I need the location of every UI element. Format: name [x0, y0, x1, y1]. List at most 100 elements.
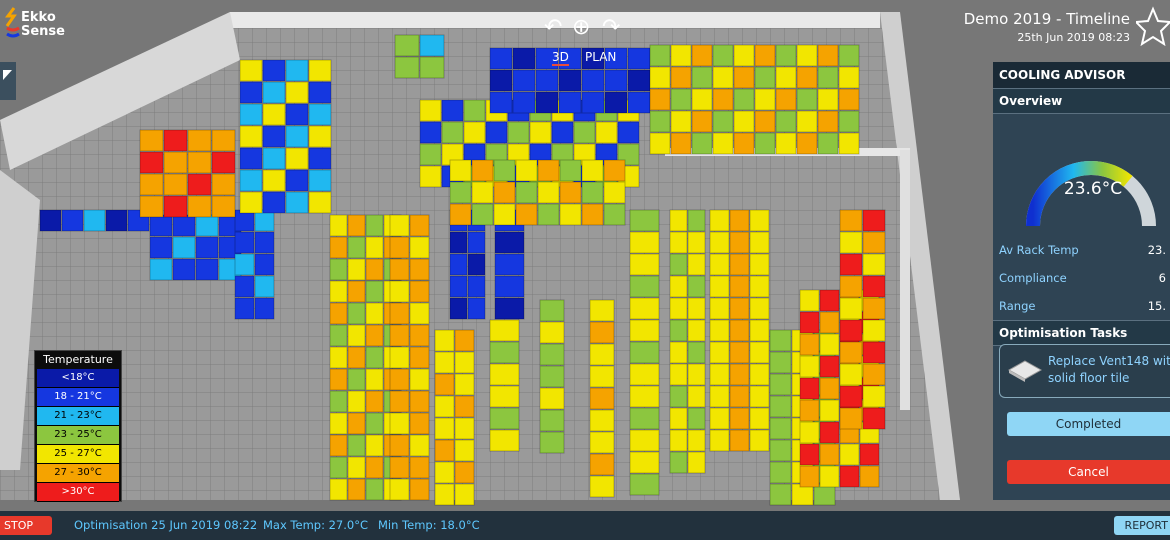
rack-block[interactable] [839, 407, 863, 430]
rack-block[interactable] [669, 319, 688, 342]
rack-block[interactable] [838, 44, 860, 67]
rack-block[interactable] [629, 253, 660, 276]
rack-block[interactable] [589, 299, 615, 322]
rack-block[interactable] [187, 129, 212, 152]
rack-block[interactable] [254, 231, 275, 254]
rack-block[interactable] [234, 297, 255, 320]
rack-block[interactable] [603, 181, 626, 204]
rack-block[interactable] [687, 429, 706, 452]
rack-block[interactable] [434, 461, 455, 484]
rack-block[interactable] [627, 69, 651, 92]
rack-block[interactable] [669, 209, 688, 232]
rack-block[interactable] [819, 421, 840, 444]
rack-block[interactable] [347, 434, 366, 457]
rack-block[interactable] [285, 169, 309, 192]
rack-block[interactable] [347, 214, 366, 237]
rack-block[interactable] [539, 343, 565, 366]
rack-block[interactable] [187, 151, 212, 174]
optimisation-task-card[interactable]: Replace Vent148 with solid floor tile [999, 344, 1170, 398]
rack-block[interactable] [729, 231, 750, 254]
rack-block[interactable] [172, 236, 196, 259]
rack-block[interactable] [859, 443, 880, 466]
side-menu-toggle[interactable] [0, 62, 16, 100]
rack-block[interactable] [627, 91, 651, 114]
rack-block[interactable] [775, 110, 797, 133]
rack-block[interactable] [389, 368, 410, 391]
rack-block[interactable] [494, 297, 525, 320]
rack-block[interactable] [629, 385, 660, 408]
rack-block[interactable] [239, 125, 263, 148]
rack-block[interactable] [195, 236, 219, 259]
rack-block[interactable] [149, 258, 173, 281]
rack-block[interactable] [712, 132, 734, 155]
rack-block[interactable] [749, 231, 770, 254]
rack-block[interactable] [234, 253, 255, 276]
rack-block[interactable] [669, 385, 688, 408]
rack-block[interactable] [839, 297, 863, 320]
rack-block[interactable] [389, 324, 410, 347]
rack-block[interactable] [687, 253, 706, 276]
rack-block[interactable] [669, 451, 688, 474]
rack-block[interactable] [775, 66, 797, 89]
rack-block[interactable] [649, 44, 671, 67]
rack-block[interactable] [512, 69, 536, 92]
rack-block[interactable] [709, 407, 730, 430]
rack-block[interactable] [799, 421, 820, 444]
rack-block[interactable] [712, 44, 734, 67]
rack-block[interactable] [434, 483, 455, 506]
rack-block[interactable] [239, 191, 263, 214]
rack-block[interactable] [308, 103, 332, 126]
rack-block[interactable] [799, 355, 820, 378]
rack-block[interactable] [365, 390, 384, 413]
rack-block[interactable] [838, 110, 860, 133]
rack-block[interactable] [769, 373, 792, 396]
rack-block[interactable] [434, 373, 455, 396]
rack-block[interactable] [537, 181, 560, 204]
rack-block[interactable] [769, 329, 792, 352]
rack-block[interactable] [537, 203, 560, 226]
rack-block[interactable] [589, 321, 615, 344]
rack-block[interactable] [149, 236, 173, 259]
rack-block[interactable] [687, 341, 706, 364]
rack-block[interactable] [539, 299, 565, 322]
rack-block[interactable] [712, 66, 734, 89]
tab-3d[interactable]: 3D [552, 50, 569, 66]
rack-block[interactable] [515, 203, 538, 226]
rack-block[interactable] [389, 390, 410, 413]
rack-block[interactable] [454, 417, 475, 440]
rack-block[interactable] [729, 319, 750, 342]
rack-block[interactable] [285, 125, 309, 148]
rack-block[interactable] [389, 412, 410, 435]
rack-block[interactable] [819, 443, 840, 466]
rack-block[interactable] [729, 209, 750, 232]
rack-block[interactable] [862, 341, 886, 364]
rack-block[interactable] [559, 203, 582, 226]
rack-block[interactable] [838, 88, 860, 111]
rack-block[interactable] [195, 258, 219, 281]
completed-button[interactable]: Completed [1007, 412, 1170, 436]
rack-block[interactable] [559, 159, 582, 182]
rack-block[interactable] [733, 88, 755, 111]
rack-block[interactable] [839, 443, 860, 466]
rack-block[interactable] [749, 407, 770, 430]
rack-block[interactable] [365, 324, 384, 347]
rack-block[interactable] [589, 387, 615, 410]
rack-block[interactable] [581, 181, 604, 204]
rack-block[interactable] [329, 324, 348, 347]
rack-block[interactable] [817, 110, 839, 133]
rack-block[interactable] [817, 132, 839, 155]
rack-block[interactable] [799, 443, 820, 466]
rack-block[interactable] [262, 81, 286, 104]
rack-block[interactable] [687, 451, 706, 474]
rack-block[interactable] [262, 103, 286, 126]
rack-block[interactable] [419, 34, 445, 57]
rack-block[interactable] [419, 56, 445, 79]
rack-block[interactable] [687, 297, 706, 320]
rack-block[interactable] [796, 66, 818, 89]
rack-block[interactable] [862, 407, 886, 430]
rack-block[interactable] [329, 434, 348, 457]
rack-block[interactable] [365, 368, 384, 391]
rack-block[interactable] [670, 88, 692, 111]
rack-block[interactable] [454, 373, 475, 396]
rack-block[interactable] [441, 99, 464, 122]
